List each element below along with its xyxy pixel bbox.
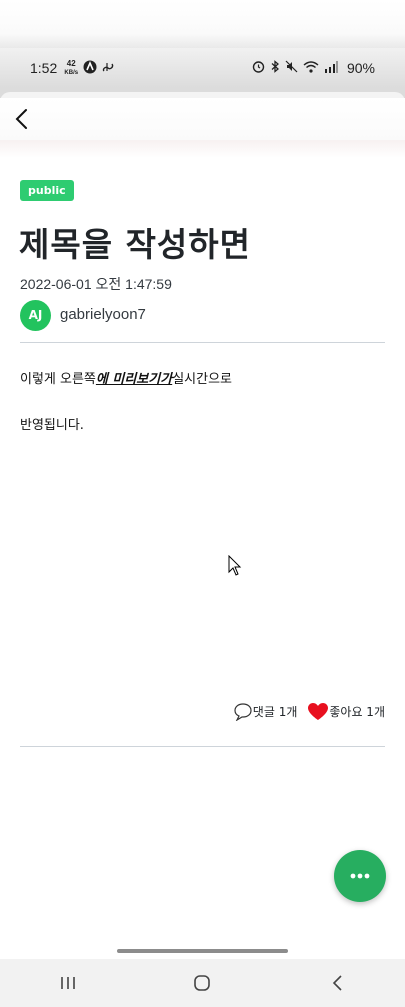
home-button[interactable] [172,959,232,1007]
body-text: 이렇게 오른쪽 [20,372,96,387]
signal-icon [324,60,338,76]
status-bar: 1:52 42 KB/s 90% [0,48,405,88]
post-datetime: 2022-06-01 오전 1:47:59 [20,276,172,292]
bluetooth-icon [270,60,280,76]
sheet-edge [0,88,405,102]
status-time: 1:52 [30,60,58,76]
post-body-line-1: 이렇게 오른쪽에 미리보기가실시간으로 [20,368,232,387]
comments-button[interactable]: 댓글 1개 [233,702,298,721]
likes-count: 좋아요 1개 [329,705,385,719]
back-button[interactable] [12,106,34,132]
avatar[interactable]: AJ [20,300,51,331]
post-body-line-2: 반영됩니다. [20,418,84,433]
more-options-button[interactable] [334,850,386,902]
wifi-icon [303,60,319,76]
post-title: 제목을 작성하면 [19,225,252,264]
post-actions: 댓글 1개 좋아요 1개 [233,702,385,721]
link-icon [101,60,115,77]
net-speed-indicator: 42 KB/s [63,58,79,77]
chevron-left-icon [15,109,27,129]
app-notification-icon [83,60,97,77]
comments-count: 댓글 1개 [252,705,298,719]
system-back-button[interactable] [308,959,368,1007]
divider-top [20,342,385,343]
author-name[interactable]: gabrielyoon7 [60,306,146,323]
app-header [0,98,405,142]
heart-icon [308,703,329,720]
mute-icon [285,60,298,76]
body-text: 실시간으로 [172,372,233,387]
header-shadow [0,140,405,158]
mouse-cursor-icon [228,554,242,581]
recent-apps-button[interactable] [38,959,98,1007]
recents-icon [61,977,75,989]
body-emphasis: 에 미리보기가 [95,372,173,387]
gesture-indicator [117,949,288,953]
alarm-icon [252,60,265,76]
visibility-badge: public [20,180,74,201]
divider-bottom [20,746,385,747]
more-horizontal-icon [350,873,370,879]
system-nav-bar [0,959,405,1007]
like-button[interactable]: 좋아요 1개 [307,702,385,721]
comment-icon [234,703,252,721]
home-icon [194,975,210,991]
top-fade [0,0,405,48]
net-speed-value: 42 [66,58,76,68]
back-arrow-icon [332,975,342,991]
battery-level: 90% [346,60,375,76]
net-speed-unit: KB/s [64,69,79,76]
status-right: 90% [252,48,375,88]
